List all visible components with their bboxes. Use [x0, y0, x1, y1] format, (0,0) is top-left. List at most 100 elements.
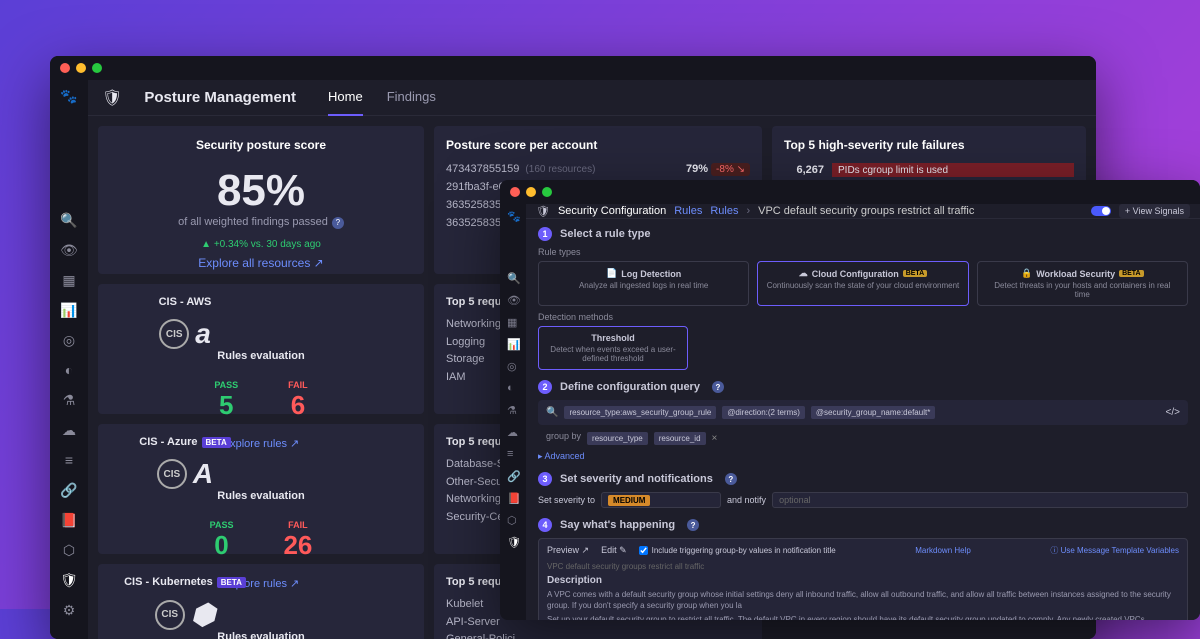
- dashboard-icon[interactable]: ▦: [61, 272, 77, 288]
- hex-icon[interactable]: ⬡: [507, 514, 519, 526]
- pill-group-rt[interactable]: resource_type: [587, 432, 648, 445]
- rule-types-label: Rule types: [538, 247, 1188, 257]
- pill-direction[interactable]: @direction:(2 terms): [722, 406, 805, 419]
- failure-row[interactable]: 6,267PIDs cgroup limit is used: [784, 160, 1074, 180]
- flask-icon[interactable]: ⚗: [507, 404, 519, 416]
- step-1-badge: 1: [538, 227, 552, 241]
- description-text: Set up your default security group to re…: [547, 614, 1179, 620]
- cloud-icon[interactable]: ☁: [61, 422, 77, 438]
- breadcrumb: 🛡 Security Configuration Rules Rules › V…: [526, 204, 1200, 219]
- link-icon[interactable]: 🔗: [507, 470, 519, 482]
- layers-icon[interactable]: ≡: [507, 448, 519, 460]
- cloud-icon[interactable]: ☁: [507, 426, 519, 438]
- step-4-badge: 4: [538, 518, 552, 532]
- page-title: Posture Management: [144, 89, 296, 106]
- explore-resources-link[interactable]: Explore all resources ↗: [110, 256, 412, 270]
- binoculars-icon[interactable]: 👁: [507, 294, 519, 306]
- left-nav-sidebar: 🐾 🔍 👁 ▦ 📊 ◎ ◐ ⚗ ☁ ≡ 🔗 📕 ⬡ 🛡 ⚙: [50, 80, 88, 639]
- rule-type-card[interactable]: 🔒 Workload Security BETADetect threats i…: [977, 261, 1188, 306]
- step-1-title: Select a rule type: [560, 228, 651, 240]
- view-signals-button[interactable]: + View Signals: [1119, 204, 1190, 218]
- titlebar: [50, 56, 1096, 80]
- logo-icon[interactable]: 🐾: [61, 88, 77, 104]
- close-icon[interactable]: [60, 63, 70, 73]
- template-vars-link[interactable]: ⓘ Use Message Template Variables: [1050, 545, 1179, 556]
- rule-type-card[interactable]: ☁ Cloud Configuration BETAContinuously s…: [757, 261, 968, 306]
- gear-icon[interactable]: ⚙: [61, 602, 77, 618]
- shield-icon: 🛡: [536, 205, 550, 218]
- book-icon[interactable]: 📕: [507, 492, 519, 504]
- book-icon[interactable]: 📕: [61, 512, 77, 528]
- topbar: 🛡 Posture Management Home Findings: [88, 80, 1096, 116]
- threshold-card[interactable]: Threshold Detect when events exceed a us…: [538, 326, 688, 370]
- notify-select[interactable]: optional: [772, 492, 1188, 508]
- titlebar: [500, 180, 1200, 204]
- pill-sg-name[interactable]: @security_group_name:default*: [811, 406, 935, 419]
- score-card: Security posture score 85% of all weight…: [98, 126, 424, 274]
- pill-resource-type[interactable]: resource_type:aws_security_group_rule: [564, 406, 716, 419]
- score-value: 85%: [110, 166, 412, 216]
- pill-group-rid[interactable]: resource_id: [654, 432, 706, 445]
- clock-icon[interactable]: ◐: [61, 362, 77, 378]
- binoculars-icon[interactable]: 👁: [61, 242, 77, 258]
- minimize-icon[interactable]: [526, 187, 536, 197]
- help-icon[interactable]: ?: [332, 217, 344, 229]
- shield-icon[interactable]: 🛡: [61, 572, 77, 588]
- failures-title: Top 5 high-severity rule failures: [784, 138, 1074, 152]
- preview-tab[interactable]: Preview ↗: [547, 545, 589, 556]
- crumb-rules[interactable]: Rules: [710, 205, 738, 217]
- dashboard-icon[interactable]: ▦: [507, 316, 519, 328]
- crumb-root[interactable]: Security Configuration: [558, 205, 666, 217]
- description-text: A VPC comes with a default security grou…: [547, 589, 1179, 611]
- hex-icon[interactable]: ⬡: [61, 542, 77, 558]
- provider-card: CIS - AWSCISaRules evaluationPASS5FAIL6E…: [98, 284, 424, 414]
- help-icon[interactable]: ?: [725, 473, 737, 485]
- advanced-toggle[interactable]: ▸ Advanced: [538, 451, 1188, 462]
- target-icon[interactable]: ◎: [61, 332, 77, 348]
- shield-icon[interactable]: 🛡: [507, 536, 519, 548]
- flask-icon[interactable]: ⚗: [61, 392, 77, 408]
- step-3-title: Set severity and notifications: [560, 473, 713, 485]
- include-groupby-checkbox[interactable]: Include triggering group-by values in no…: [639, 546, 836, 555]
- enable-toggle[interactable]: [1091, 206, 1111, 216]
- search-icon[interactable]: 🔍: [507, 272, 519, 284]
- step-2-title: Define configuration query: [560, 381, 700, 393]
- crumb-leaf: VPC default security groups restrict all…: [758, 205, 974, 217]
- crumb-section[interactable]: Rules: [674, 205, 702, 217]
- title-input[interactable]: VPC default security groups restrict all…: [547, 562, 1179, 571]
- detection-label: Detection methods: [538, 312, 1188, 322]
- search-icon: 🔍: [546, 407, 558, 418]
- search-icon[interactable]: 🔍: [61, 212, 77, 228]
- maximize-icon[interactable]: [92, 63, 102, 73]
- top5-item[interactable]: General-Polici: [446, 631, 750, 639]
- query-builder[interactable]: 🔍 resource_type:aws_security_group_rule …: [538, 400, 1188, 425]
- severity-select[interactable]: MEDIUM: [601, 492, 721, 508]
- analytics-icon[interactable]: 📊: [61, 302, 77, 318]
- markdown-help-link[interactable]: Markdown Help: [915, 546, 971, 555]
- remove-icon[interactable]: ×: [712, 433, 718, 444]
- code-icon[interactable]: </>: [1166, 407, 1180, 418]
- target-icon[interactable]: ◎: [507, 360, 519, 372]
- maximize-icon[interactable]: [542, 187, 552, 197]
- step-3-badge: 3: [538, 472, 552, 486]
- tab-findings[interactable]: Findings: [387, 79, 436, 116]
- tab-home[interactable]: Home: [328, 79, 363, 116]
- minimize-icon[interactable]: [76, 63, 86, 73]
- help-icon[interactable]: ?: [712, 381, 724, 393]
- severity-label: Set severity to: [538, 495, 595, 505]
- link-icon[interactable]: 🔗: [61, 482, 77, 498]
- score-title: Security posture score: [110, 138, 412, 152]
- analytics-icon[interactable]: 📊: [507, 338, 519, 350]
- rule-config-window: 🐾 🔍 👁 ▦ 📊 ◎ ◐ ⚗ ☁ ≡ 🔗 📕 ⬡ 🛡 🛡 Security C…: [500, 180, 1200, 620]
- layers-icon[interactable]: ≡: [61, 452, 77, 468]
- clock-icon[interactable]: ◐: [507, 382, 519, 394]
- help-icon[interactable]: ?: [687, 519, 699, 531]
- close-icon[interactable]: [510, 187, 520, 197]
- description-heading: Description: [547, 575, 1179, 586]
- overlay-sidebar: 🐾 🔍 👁 ▦ 📊 ◎ ◐ ⚗ ☁ ≡ 🔗 📕 ⬡ 🛡: [500, 204, 526, 620]
- account-row[interactable]: 473437855159(160 resources)79% -8% ↘: [446, 160, 750, 178]
- message-editor: Preview ↗ Edit ✎ Include triggering grou…: [538, 538, 1188, 620]
- rule-type-card[interactable]: 📄 Log Detection Analyze all ingested log…: [538, 261, 749, 306]
- edit-tab[interactable]: Edit ✎: [601, 545, 627, 556]
- logo-icon[interactable]: 🐾: [507, 210, 519, 222]
